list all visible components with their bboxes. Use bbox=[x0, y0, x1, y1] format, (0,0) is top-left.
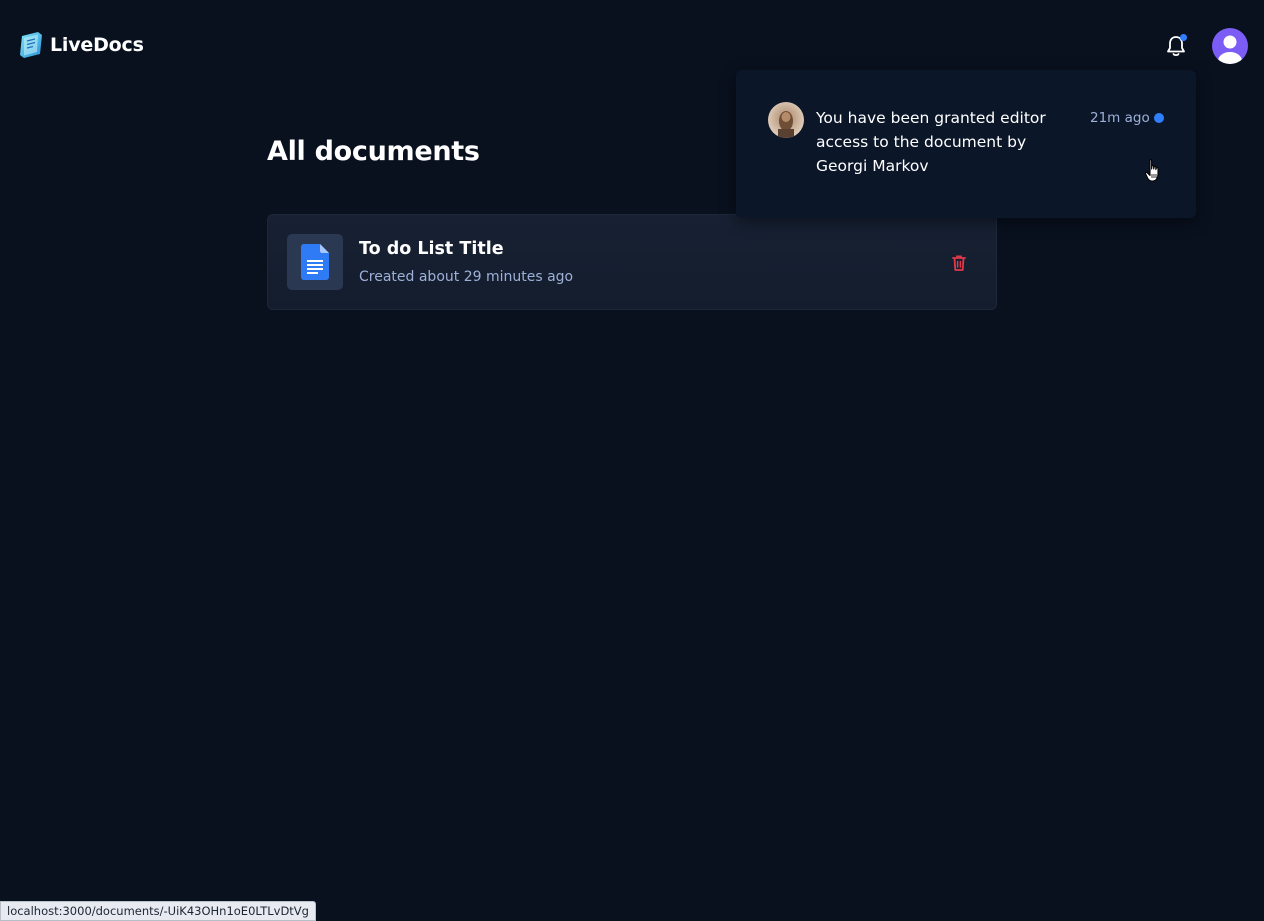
browser-status-bar-url: localhost:3000/documents/-UiK43OHn1oE0LT… bbox=[0, 901, 316, 921]
notification-item[interactable]: You have been granted editor access to t… bbox=[736, 70, 1196, 218]
document-list-item[interactable]: To do List Title Created about 29 minute… bbox=[267, 214, 997, 310]
document-thumbnail bbox=[287, 234, 343, 290]
brand-name: LiveDocs bbox=[50, 34, 144, 56]
livedocs-logo-icon bbox=[20, 32, 42, 58]
notification-time: 21m ago bbox=[1090, 110, 1150, 126]
notification-message: You have been granted editor access to t… bbox=[816, 109, 1046, 175]
unread-indicator-dot bbox=[1154, 113, 1164, 123]
notification-sender-avatar bbox=[768, 102, 804, 138]
user-avatar-icon bbox=[1218, 35, 1242, 64]
notifications-dropdown: You have been granted editor access to t… bbox=[736, 70, 1196, 218]
delete-document-button[interactable] bbox=[949, 253, 969, 273]
document-title: To do List Title bbox=[359, 239, 504, 259]
notifications-bell-button[interactable] bbox=[1163, 33, 1189, 59]
hand-pointer-icon bbox=[1144, 159, 1159, 182]
notification-badge-dot bbox=[1180, 34, 1187, 41]
trash-icon bbox=[952, 255, 966, 271]
page-title: All documents bbox=[267, 136, 480, 167]
user-avatar-button[interactable] bbox=[1212, 28, 1248, 64]
document-file-icon bbox=[301, 244, 329, 280]
brand-home-link[interactable]: LiveDocs bbox=[18, 30, 144, 60]
document-created-time: Created about 29 minutes ago bbox=[359, 269, 574, 285]
